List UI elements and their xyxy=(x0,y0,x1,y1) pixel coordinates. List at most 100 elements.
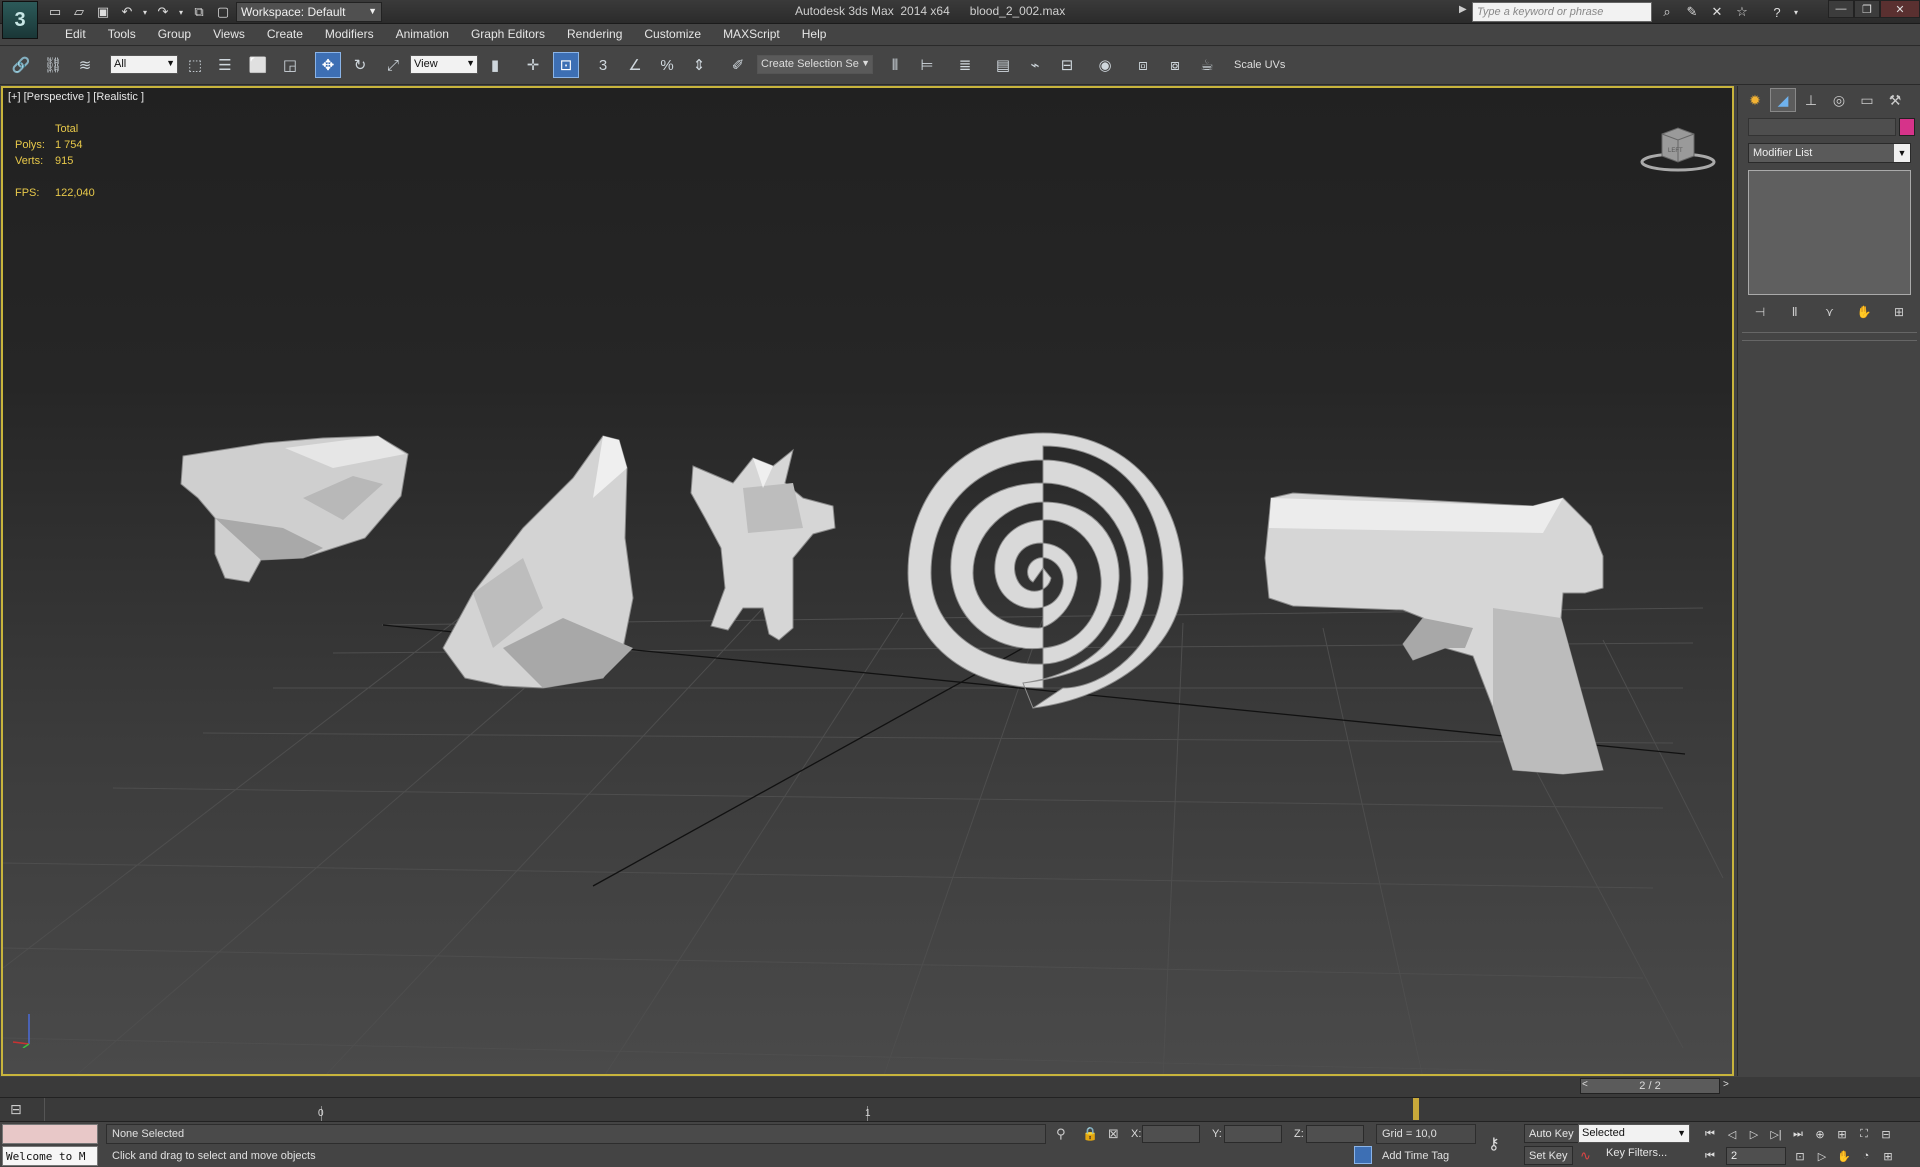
layer-manager-icon[interactable]: ≣ xyxy=(952,52,978,78)
scale-uvs-label[interactable]: Scale UVs xyxy=(1234,59,1285,71)
zoom-extents-icon[interactable]: ⛶ xyxy=(1854,1124,1874,1144)
auto-key-button[interactable]: Auto Key xyxy=(1524,1124,1579,1143)
bind-space-warp-icon[interactable]: ≋ xyxy=(72,52,98,78)
render-production-icon[interactable]: ☕ xyxy=(1194,52,1220,78)
pan-view-icon[interactable]: ✋ xyxy=(1834,1146,1854,1166)
help-dropdown-icon[interactable]: ▾ xyxy=(1791,1,1801,23)
object-color-swatch[interactable] xyxy=(1899,118,1915,136)
help-icon[interactable]: ? xyxy=(1766,1,1788,23)
subscription-icon[interactable]: ✎ xyxy=(1681,1,1703,23)
hold-icon[interactable]: ⧉ xyxy=(188,2,210,22)
set-key-icon[interactable]: ⚷ xyxy=(1488,1134,1500,1154)
keyboard-shortcut-override-icon[interactable]: ⊡ xyxy=(553,52,579,78)
align-icon[interactable]: ⊨ xyxy=(914,52,940,78)
named-selection-sets-dropdown[interactable]: Create Selection Se ▼ xyxy=(757,55,873,74)
angle-snap-icon[interactable]: ∠ xyxy=(622,52,648,78)
unlink-selection-icon[interactable]: ⛓ xyxy=(40,52,66,78)
set-key-button[interactable]: Set Key xyxy=(1524,1146,1573,1165)
rendered-frame-window-icon[interactable]: ⧇ xyxy=(1162,52,1188,78)
minimize-icon[interactable]: — xyxy=(1828,0,1854,18)
render-setup-icon[interactable]: ⧈ xyxy=(1130,52,1156,78)
undo-dropdown-icon[interactable]: ▾ xyxy=(140,2,150,22)
mini-curve-editor-icon[interactable]: ⊟ xyxy=(10,1101,22,1118)
redo-icon[interactable]: ↷ xyxy=(152,2,174,22)
time-configuration-icon[interactable]: ⊡ xyxy=(1790,1146,1810,1166)
select-and-scale-icon[interactable]: ⤢ xyxy=(380,52,406,78)
edit-named-selection-icon[interactable]: ✐ xyxy=(725,52,751,78)
previous-frame-icon[interactable]: ◁ xyxy=(1722,1124,1742,1144)
create-tab-icon[interactable]: ✹ xyxy=(1742,88,1768,112)
maxscript-listener-input[interactable] xyxy=(2,1124,98,1144)
go-to-start-icon[interactable]: ⏮ xyxy=(1700,1124,1720,1144)
menu-graph-editors[interactable]: Graph Editors xyxy=(460,24,556,45)
absolute-mode-icon[interactable]: ⊠ xyxy=(1108,1126,1119,1142)
pivot-center-icon[interactable]: ▮ xyxy=(482,52,508,78)
perspective-viewport[interactable]: [+] [Perspective ] [Realistic ] Total Po… xyxy=(1,86,1734,1076)
schematic-view-icon[interactable]: ⊟ xyxy=(1054,52,1080,78)
menu-help[interactable]: Help xyxy=(791,24,838,45)
next-frame-icon[interactable]: ▷| xyxy=(1766,1124,1786,1144)
percent-snap-icon[interactable]: % xyxy=(654,52,680,78)
search-expand-icon[interactable]: ▶ xyxy=(1459,4,1467,15)
window-crossing-icon[interactable]: ◲ xyxy=(277,52,303,78)
x-coordinate-field[interactable] xyxy=(1142,1125,1200,1143)
close-icon[interactable]: ✕ xyxy=(1880,0,1920,18)
open-file-icon[interactable]: ▱ xyxy=(68,2,90,22)
communication-icon[interactable]: ✕ xyxy=(1706,1,1728,23)
redo-dropdown-icon[interactable]: ▾ xyxy=(176,2,186,22)
show-end-result-icon[interactable]: Ⅱ xyxy=(1783,302,1807,322)
menu-tools[interactable]: Tools xyxy=(97,24,147,45)
display-tab-icon[interactable]: ▭ xyxy=(1854,88,1880,112)
restore-icon[interactable]: ❐ xyxy=(1854,0,1880,18)
key-filters-button[interactable]: Key Filters... xyxy=(1606,1147,1667,1159)
graphite-toggle-icon[interactable]: ▤ xyxy=(990,52,1016,78)
select-object-icon[interactable]: ⬚ xyxy=(182,52,208,78)
next-frame-button[interactable]: > xyxy=(1723,1079,1729,1090)
key-mode-dropdown[interactable]: Selected ▼ xyxy=(1578,1124,1690,1143)
pin-stack-icon[interactable]: ⊣ xyxy=(1748,302,1772,322)
project-folder-icon[interactable]: ▢ xyxy=(212,2,234,22)
motion-tab-icon[interactable]: ◎ xyxy=(1826,88,1852,112)
field-of-view-icon[interactable]: ▷ xyxy=(1812,1146,1832,1166)
go-to-end-icon[interactable]: ⏭ xyxy=(1788,1124,1808,1144)
orbit-icon[interactable]: ◔ xyxy=(1856,1146,1876,1166)
select-and-rotate-icon[interactable]: ↻ xyxy=(347,52,373,78)
menu-edit[interactable]: Edit xyxy=(54,24,97,45)
previous-frame-button[interactable]: < xyxy=(1582,1079,1588,1090)
select-and-link-icon[interactable]: 🔗 xyxy=(8,52,34,78)
hierarchy-tab-icon[interactable]: ⊥ xyxy=(1798,88,1824,112)
zoom-icon[interactable]: ⊕ xyxy=(1810,1124,1830,1144)
add-time-tag-button[interactable]: Add Time Tag xyxy=(1382,1150,1449,1162)
reference-coordinate-dropdown[interactable]: View ▼ xyxy=(410,55,478,74)
spinner-snap-icon[interactable]: ⇕ xyxy=(686,52,712,78)
favorites-star-icon[interactable]: ☆ xyxy=(1731,1,1753,23)
menu-create[interactable]: Create xyxy=(256,24,314,45)
menu-views[interactable]: Views xyxy=(202,24,256,45)
menu-modifiers[interactable]: Modifiers xyxy=(314,24,385,45)
modifier-stack[interactable] xyxy=(1748,170,1911,295)
track-bar[interactable]: ⊟ 0 1 xyxy=(0,1097,1920,1122)
curve-editor-icon[interactable]: ⌁ xyxy=(1022,52,1048,78)
menu-customize[interactable]: Customize xyxy=(633,24,712,45)
viewport-label-menu[interactable]: [+] [Perspective ] [Realistic ] xyxy=(8,91,144,103)
remove-modifier-icon[interactable]: ✋ xyxy=(1852,302,1876,322)
snap-toggle-icon[interactable]: 3 xyxy=(590,52,616,78)
selection-filter-dropdown[interactable]: All ▼ xyxy=(110,55,178,74)
save-file-icon[interactable]: ▣ xyxy=(92,2,114,22)
selection-lock-icon[interactable]: 🔒 xyxy=(1082,1126,1098,1142)
app-logo-button[interactable]: 3 xyxy=(2,1,38,39)
search-input[interactable]: Type a keyword or phrase xyxy=(1472,2,1652,22)
material-editor-icon[interactable]: ◉ xyxy=(1092,52,1118,78)
z-coordinate-field[interactable] xyxy=(1306,1125,1364,1143)
undo-icon[interactable]: ↶ xyxy=(116,2,138,22)
key-curve-icon[interactable]: ∿ xyxy=(1580,1148,1591,1164)
play-icon[interactable]: ▷ xyxy=(1744,1124,1764,1144)
zoom-extents-all-icon[interactable]: ⊟ xyxy=(1876,1124,1896,1144)
menu-animation[interactable]: Animation xyxy=(385,24,460,45)
select-manipulate-icon[interactable]: ✛ xyxy=(520,52,546,78)
isolate-selection-icon[interactable]: ⚲ xyxy=(1056,1126,1066,1142)
configure-modifier-sets-icon[interactable]: ⊞ xyxy=(1887,302,1911,322)
zoom-all-icon[interactable]: ⊞ xyxy=(1832,1124,1852,1144)
binoculars-icon[interactable]: ⌕ xyxy=(1656,1,1678,23)
utilities-tab-icon[interactable]: ⚒ xyxy=(1882,88,1908,112)
